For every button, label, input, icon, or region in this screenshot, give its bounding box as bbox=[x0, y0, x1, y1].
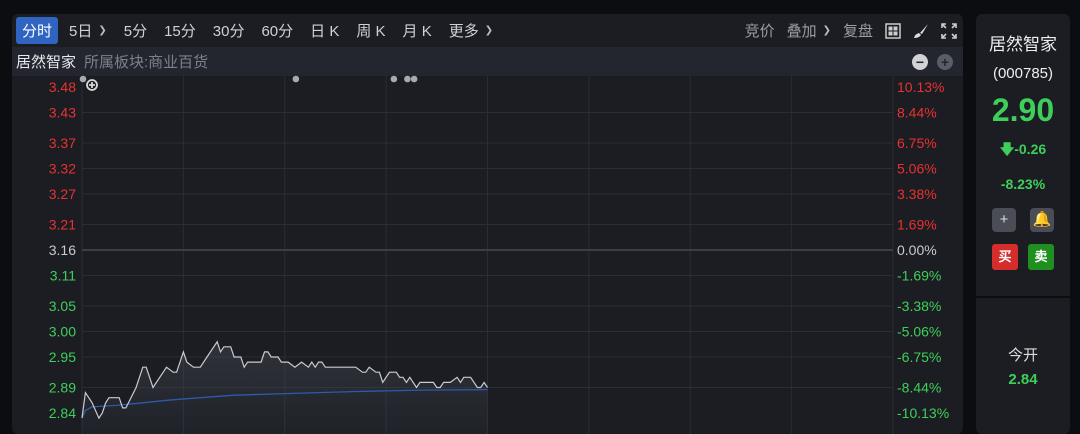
y-tick-right: -1.69% bbox=[897, 267, 941, 283]
y-tick-right: 8.44% bbox=[897, 104, 937, 120]
open-label: 今开 bbox=[1007, 347, 1038, 364]
y-tick-right: -6.75% bbox=[897, 349, 941, 365]
y-tick-left: 3.37 bbox=[49, 135, 76, 151]
y-tick-left: 2.95 bbox=[49, 349, 76, 365]
intraday-chart: 3.48 10.13% 3.43 8.44% 3.37 6.75% 3.32 5.06% 3.2… bbox=[49, 75, 949, 434]
event-marker bbox=[390, 75, 398, 83]
y-tick-right: -8.44% bbox=[897, 380, 941, 396]
event-marker bbox=[410, 75, 418, 83]
y-tick-left: 3.27 bbox=[49, 186, 76, 202]
y-tick-right: -5.06% bbox=[897, 324, 941, 340]
quote-change-pct: -8.23% bbox=[1000, 176, 1046, 192]
bell-icon[interactable]: 🔔 bbox=[1030, 208, 1054, 232]
y-tick-right: 0.00% bbox=[897, 242, 937, 258]
y-tick-right: -10.13% bbox=[897, 405, 949, 421]
y-tick-left: 2.84 bbox=[49, 405, 76, 421]
event-marker bbox=[79, 75, 87, 83]
quote-panel: 居然智家 (000785) 2.90 🡇-0.26 -8.23% + 🔔 买卖 今… bbox=[976, 14, 1070, 434]
sell-button[interactable]: 卖 bbox=[1028, 244, 1054, 270]
event-marker bbox=[404, 75, 411, 83]
divider bbox=[976, 296, 1070, 298]
quote-code: (000785) bbox=[992, 65, 1054, 82]
y-tick-right: 6.75% bbox=[897, 135, 937, 151]
quote-name: 居然智家 bbox=[989, 35, 1057, 54]
y-tick-right: 10.13% bbox=[897, 79, 944, 95]
y-tick-right: -3.38% bbox=[897, 298, 941, 314]
y-tick-left: 3.48 bbox=[49, 79, 76, 95]
y-tick-left: 3.16 bbox=[49, 242, 76, 258]
quote-change: 🡇-0.26 bbox=[976, 139, 1070, 163]
y-tick-left: 3.32 bbox=[49, 161, 76, 177]
y-tick-left: 3.00 bbox=[49, 324, 76, 340]
y-tick-right: 5.06% bbox=[897, 161, 937, 177]
arrow-down-icon: 🡇 bbox=[999, 141, 1015, 157]
y-tick-left: 2.89 bbox=[49, 380, 76, 396]
y-tick-right: 1.69% bbox=[897, 217, 937, 233]
y-tick-left: 3.11 bbox=[50, 267, 76, 283]
add-watchlist-icon[interactable]: + bbox=[992, 208, 1016, 232]
buy-button[interactable]: 买 bbox=[992, 244, 1018, 270]
y-tick-right: 3.38% bbox=[897, 186, 937, 202]
change-value: -0.26 bbox=[1014, 141, 1047, 157]
y-tick-left: 3.21 bbox=[49, 217, 76, 233]
open-value: 2.84 bbox=[1008, 371, 1038, 388]
y-tick-left: 3.05 bbox=[49, 298, 76, 314]
quote-price: 2.90 bbox=[991, 92, 1055, 128]
event-marker bbox=[292, 75, 300, 83]
y-tick-left: 3.43 bbox=[49, 104, 76, 120]
chart-panel: 分时 5日 ❯ 5分 15分 30分 60分 日 K 周 K 月 K 更多 ❯ 竞价… bbox=[12, 14, 963, 434]
